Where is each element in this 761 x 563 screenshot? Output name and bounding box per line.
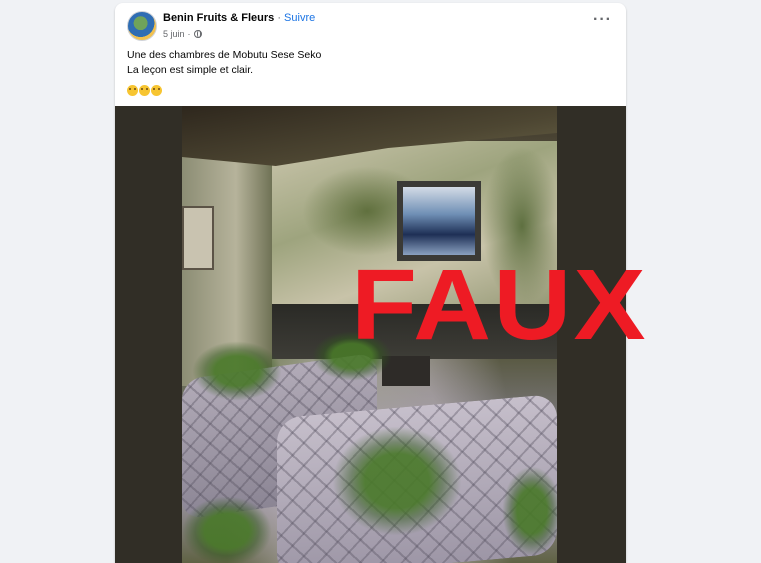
post-date-link[interactable]: 5 juin [163,29,185,39]
photo-fern [502,466,557,556]
meta-separator: · [187,29,191,39]
separator: · [277,12,281,24]
page-avatar[interactable] [127,11,157,41]
more-options-button[interactable]: ··· [593,12,612,28]
photo-wall-frame [182,206,214,270]
post-text-line-1: Une des chambres de Mobutu Sese Seko [127,49,322,61]
photo-fern [192,341,282,401]
post-text: Une des chambres de Mobutu Sese Seko La … [127,48,321,78]
globe-icon [193,30,202,38]
dizzy-face-emoji-icon [139,85,150,96]
emoji-row [127,85,162,96]
dizzy-face-emoji-icon [127,85,138,96]
fake-stamp-overlay: FAUX [351,249,648,361]
author-row: Benin Fruits & Fleurs · Suivre [163,12,315,24]
post-text-line-2: La leçon est simple et clair. [127,64,254,76]
photo-fern [332,426,462,536]
photo-fern [182,496,272,563]
follow-button[interactable]: Suivre [284,12,315,24]
post-meta: 5 juin · [163,29,202,39]
dizzy-face-emoji-icon [151,85,162,96]
page-name-link[interactable]: Benin Fruits & Fleurs [163,12,274,24]
post-header: Benin Fruits & Fleurs · Suivre 5 juin · … [115,3,626,45]
